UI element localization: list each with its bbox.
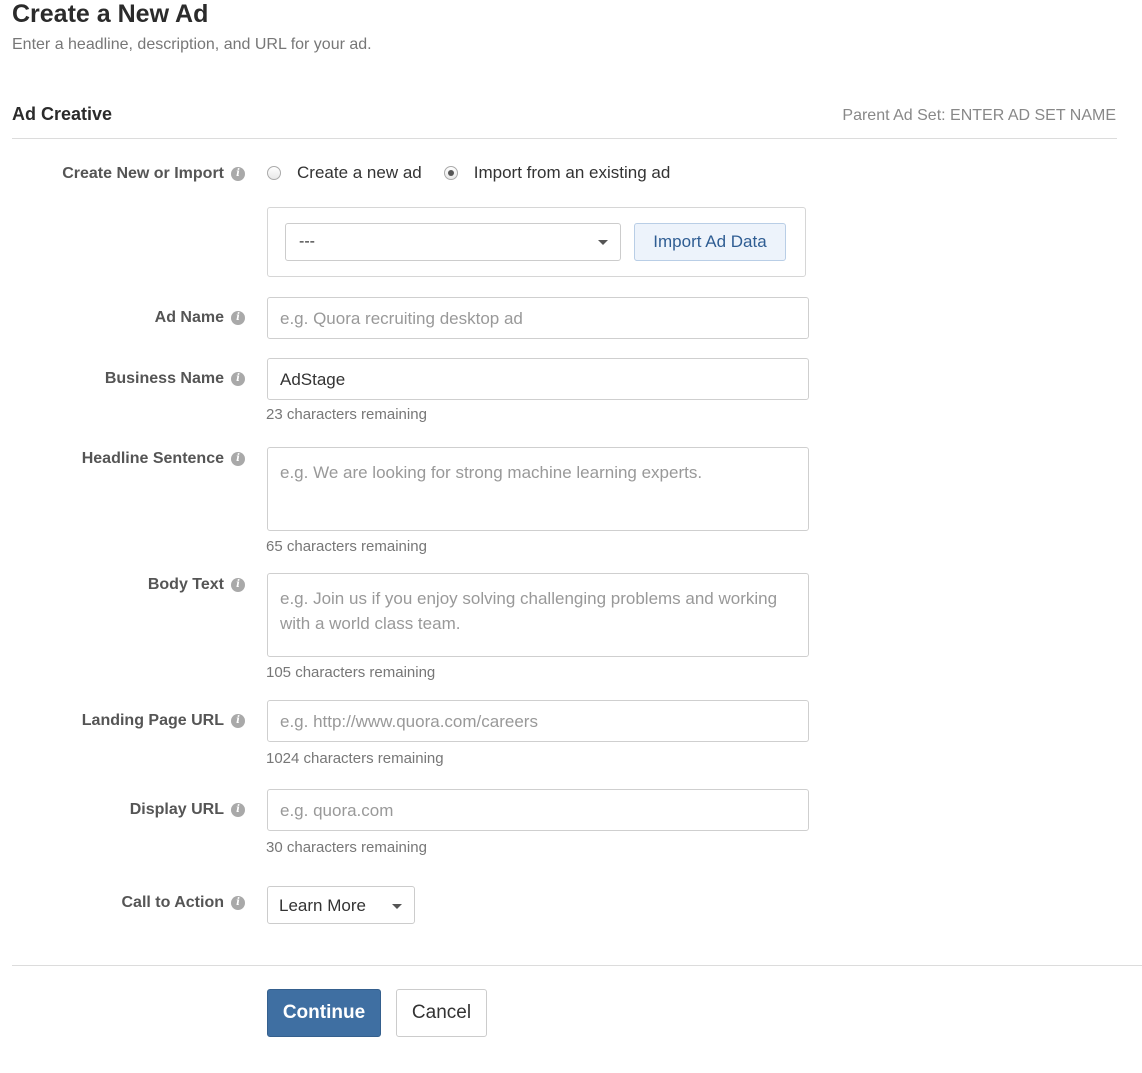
headline-remaining: 65 characters remaining xyxy=(266,538,427,555)
ad-name-input[interactable]: e.g. Quora recruiting desktop ad xyxy=(267,297,809,339)
info-icon[interactable]: i xyxy=(231,452,245,466)
display-url-remaining: 30 characters remaining xyxy=(266,839,427,856)
info-icon[interactable]: i xyxy=(231,714,245,728)
cancel-button[interactable]: Cancel xyxy=(396,989,487,1037)
import-panel: --- Import Ad Data xyxy=(267,207,806,277)
import-ad-data-button[interactable]: Import Ad Data xyxy=(634,223,786,261)
info-icon[interactable]: i xyxy=(231,372,245,386)
body-text-remaining: 105 characters remaining xyxy=(266,664,436,681)
radio-import-existing-label[interactable]: Import from an existing ad xyxy=(474,163,671,183)
radio-create-new[interactable] xyxy=(267,166,281,180)
create-or-import-radio-group: Create a new ad Import from an existing … xyxy=(267,163,692,183)
page-subtitle: Enter a headline, description, and URL f… xyxy=(12,36,372,53)
footer-divider xyxy=(12,965,1142,966)
body-text-label: Body Text i xyxy=(148,576,245,594)
headline-textarea[interactable]: e.g. We are looking for strong machine l… xyxy=(267,447,809,531)
business-name-label: Business Name i xyxy=(105,370,245,388)
body-text-textarea[interactable]: e.g. Join us if you enjoy solving challe… xyxy=(267,573,809,657)
call-to-action-label: Call to Action i xyxy=(121,894,245,912)
create-or-import-label: Create New or Import i xyxy=(62,165,245,183)
info-icon[interactable]: i xyxy=(231,578,245,592)
ad-name-label: Ad Name i xyxy=(155,309,245,327)
display-url-input[interactable]: e.g. quora.com xyxy=(267,789,809,831)
radio-import-existing[interactable] xyxy=(443,166,458,180)
headline-label: Headline Sentence i xyxy=(82,450,245,468)
business-name-remaining: 23 characters remaining xyxy=(266,406,427,423)
landing-url-remaining: 1024 characters remaining xyxy=(266,750,444,767)
landing-url-input[interactable]: e.g. http://www.quora.com/careers xyxy=(267,700,809,742)
info-icon[interactable]: i xyxy=(231,896,245,910)
info-icon[interactable]: i xyxy=(231,803,245,817)
info-icon[interactable]: i xyxy=(231,167,245,181)
parent-ad-set-label: Parent Ad Set: ENTER AD SET NAME xyxy=(842,107,1116,124)
section-divider xyxy=(12,138,1117,139)
continue-button[interactable]: Continue xyxy=(267,989,381,1037)
existing-ad-select[interactable]: --- xyxy=(285,223,621,261)
section-title: Ad Creative xyxy=(12,104,113,124)
caret-down-icon xyxy=(598,240,608,245)
caret-down-icon xyxy=(392,904,402,909)
page-title: Create a New Ad xyxy=(12,0,209,28)
call-to-action-dropdown[interactable]: Learn More xyxy=(267,886,415,924)
info-icon[interactable]: i xyxy=(231,311,245,325)
business-name-input[interactable]: AdStage xyxy=(267,358,809,400)
landing-url-label: Landing Page URL i xyxy=(82,712,245,730)
display-url-label: Display URL i xyxy=(130,801,245,819)
radio-create-new-label[interactable]: Create a new ad xyxy=(297,163,422,183)
